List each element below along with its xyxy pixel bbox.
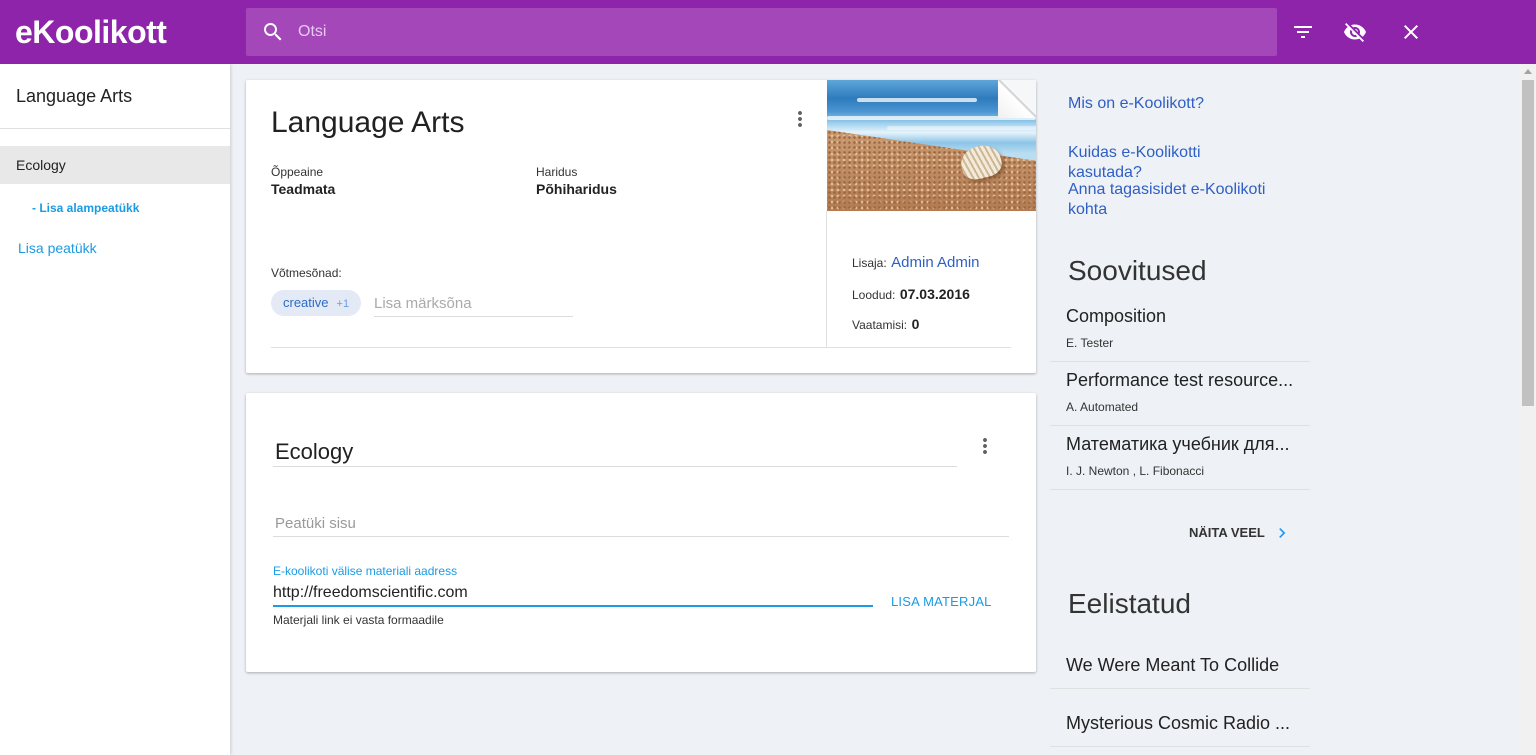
show-more-button[interactable]: NÄITA VEEL (1189, 525, 1265, 541)
list-divider (1050, 688, 1310, 689)
search-icon (261, 20, 285, 44)
search-bar[interactable] (246, 8, 1277, 56)
list-divider (1050, 746, 1310, 747)
ekoolikott-logo[interactable]: eKoolikott (15, 12, 167, 52)
filter-icon[interactable] (1291, 20, 1315, 44)
creator-label: Lisaja: (852, 256, 887, 270)
sidebar-item-label: Ecology (16, 157, 66, 173)
logo-text: eKoolikott (15, 14, 167, 50)
scrollbar-thumb[interactable] (1522, 80, 1534, 406)
folded-corner (998, 80, 1036, 118)
add-material-button[interactable]: LISA MATERJAL (891, 592, 992, 612)
favorite-title[interactable]: Mysterious Cosmic Radio ... (1066, 712, 1310, 734)
sidebar-title: Language Arts (16, 86, 133, 106)
created-label: Loodud: (852, 288, 896, 302)
recommendation-title[interactable]: Performance test resource... (1066, 369, 1310, 391)
list-divider (1050, 489, 1310, 490)
created-date: 07.03.2016 (899, 286, 970, 302)
creator-row: Lisaja: Admin Admin (852, 253, 980, 273)
search-input[interactable] (298, 8, 1258, 56)
chapter-editor-card: E-koolikoti välise materiali aadress LIS… (246, 393, 1036, 672)
add-subchapter-link[interactable]: - Lisa alampeatükk (32, 200, 139, 216)
subject-value: Teadmata (271, 181, 336, 197)
card-divider (271, 347, 1011, 348)
education-value: Põhiharidus (536, 181, 617, 197)
keyword-chip-count: +1 (336, 298, 350, 310)
list-divider (1050, 425, 1310, 426)
list-divider (1050, 361, 1310, 362)
sand (827, 130, 1036, 211)
created-row: Loodud: 07.03.2016 (852, 284, 970, 305)
chapter-sidebar: Language Arts Ecology - Lisa alampeatükk… (0, 64, 230, 755)
wave-foam (887, 126, 1036, 130)
scroll-up-arrow-icon[interactable] (1524, 69, 1532, 74)
subject-label: Õppeaine (271, 165, 324, 179)
keywords-label: Võtmesõnad: (271, 266, 342, 280)
more-vert-icon[interactable] (973, 434, 997, 458)
recommendations-heading: Soovitused (1068, 255, 1207, 286)
material-url-error: Materjali link ei vasta formaadile (273, 613, 444, 627)
views-row: Vaatamisi: 0 (852, 314, 919, 335)
recommendation-authors: A. Automated (1066, 400, 1139, 414)
keyword-input[interactable] (374, 291, 573, 317)
recommendation-title[interactable]: Математика учебник для... (1066, 433, 1310, 455)
chevron-right-icon[interactable] (1272, 523, 1292, 543)
material-url-input[interactable] (273, 581, 873, 607)
add-chapter-link[interactable]: Lisa peatükk (18, 238, 97, 258)
portfolio-summary-card: Language Arts Õppeaine Teadmata Haridus … (246, 80, 1036, 373)
more-vert-icon[interactable] (788, 107, 812, 131)
creator-link[interactable]: Admin Admin (891, 254, 979, 271)
help-link-what-is[interactable]: Mis on e-Koolikott? (1068, 94, 1278, 114)
portfolio-title: Language Arts (271, 106, 465, 139)
favorites-heading: Eelistatud (1068, 588, 1191, 619)
help-link-feedback[interactable]: Anna tagasisidet e-Koolikoti kohta (1068, 180, 1278, 220)
keyword-chip[interactable]: creative +1 (271, 290, 362, 316)
recommendation-authors: E. Tester (1066, 336, 1114, 350)
top-bar: eKoolikott (0, 0, 1536, 64)
views-label: Vaatamisi: (852, 318, 908, 332)
recommendation-authors: I. J. Newton , L. Fibonacci (1066, 464, 1205, 478)
sidebar-divider (0, 128, 230, 129)
material-url-label: E-koolikoti välise materiali aadress (273, 564, 458, 578)
chapter-content-input[interactable] (273, 511, 1009, 537)
sidebar-item-ecology[interactable]: Ecology (0, 146, 230, 184)
visibility-off-icon[interactable] (1343, 20, 1367, 44)
wave-foam (857, 98, 977, 102)
views-count: 0 (911, 316, 920, 332)
meta-divider (826, 211, 827, 347)
favorite-title[interactable]: We Were Meant To Collide (1066, 654, 1310, 676)
keyword-chip-label: creative (283, 295, 329, 310)
chapter-title-input[interactable] (273, 437, 957, 467)
recommendation-title[interactable]: Composition (1066, 305, 1310, 327)
education-label: Haridus (536, 165, 578, 179)
close-icon[interactable] (1399, 20, 1423, 44)
help-link-how-to-use[interactable]: Kuidas e-Koolikotti kasutada? (1068, 143, 1278, 183)
